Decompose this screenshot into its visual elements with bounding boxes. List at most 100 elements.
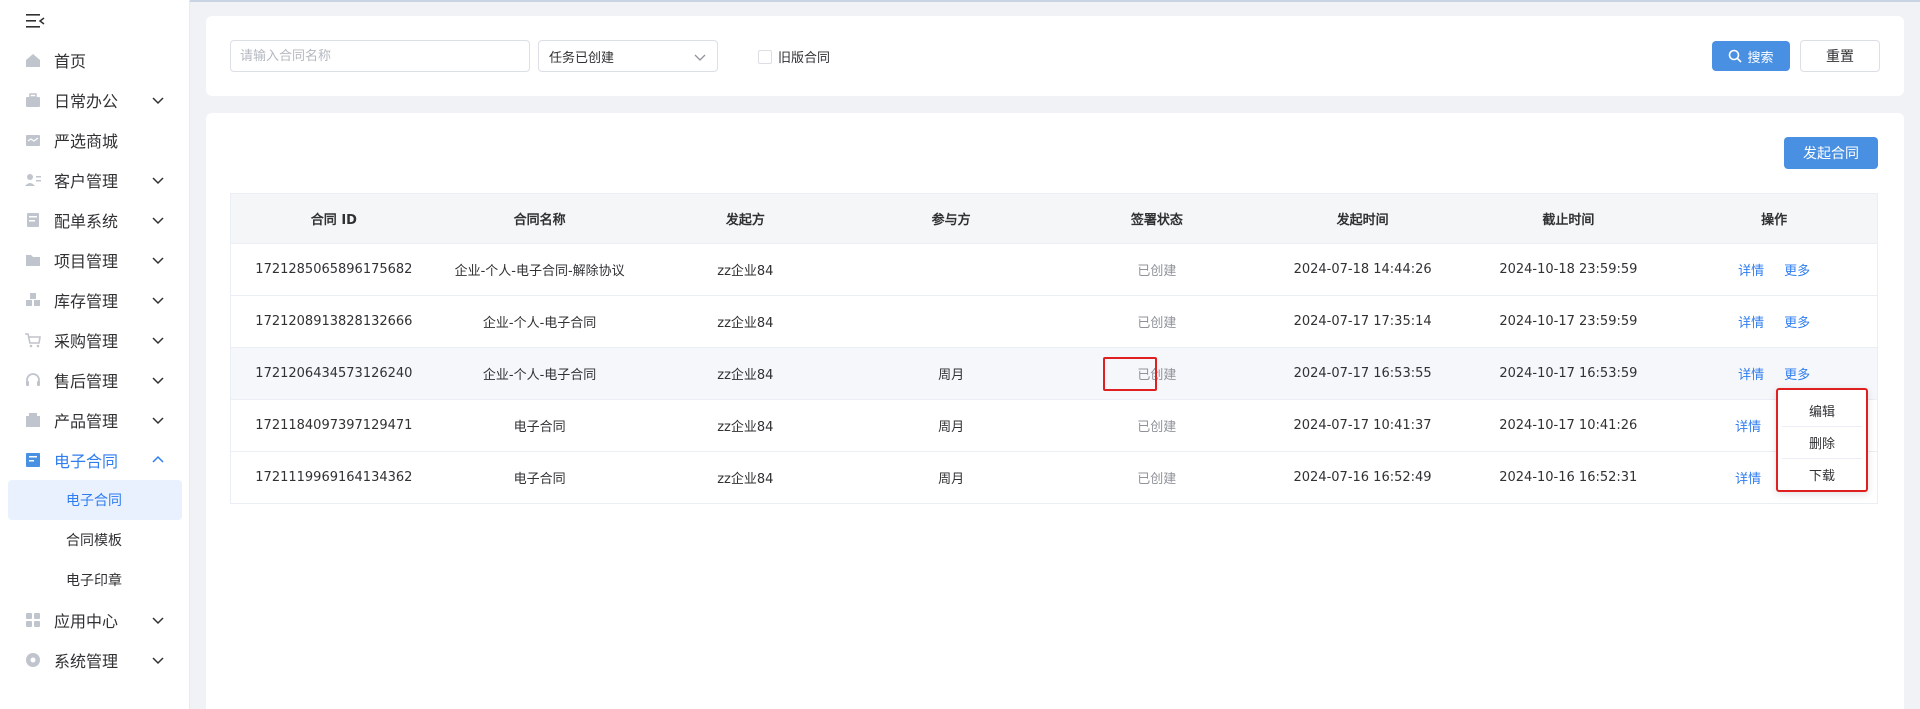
column-header: 合同名称 bbox=[513, 213, 566, 228]
contract-id-cell: 1721208913828132666 bbox=[255, 314, 413, 329]
sidebar-item-purchase[interactable]: 采购管理 bbox=[0, 320, 190, 360]
sidebar-item-label: 配单系统 bbox=[54, 212, 119, 231]
end-time-cell: 2024-10-17 23:59:59 bbox=[1499, 314, 1638, 329]
delete-menu-item[interactable]: 删除 bbox=[1782, 426, 1862, 458]
inventory-icon bbox=[24, 291, 42, 309]
contract-id-cell: 1721119969164134362 bbox=[255, 470, 413, 485]
settings-icon bbox=[24, 651, 42, 669]
old-version-checkbox[interactable]: 旧版合同 bbox=[758, 47, 830, 66]
actions-cell: 详情 更多 bbox=[1671, 244, 1877, 295]
sidebar-subitem-econtract[interactable]: 电子合同 bbox=[8, 480, 182, 520]
detail-link[interactable]: 详情 bbox=[1735, 468, 1761, 487]
search-button[interactable]: 搜索 bbox=[1712, 41, 1790, 71]
sidebar-item-apps[interactable]: 应用中心 bbox=[0, 600, 190, 640]
start-time-cell: 2024-07-16 16:52:49 bbox=[1293, 470, 1432, 485]
sidebar-item-label: 日常办公 bbox=[54, 92, 119, 111]
edit-menu-item[interactable]: 编辑 bbox=[1782, 394, 1862, 426]
contract-table: 合同 ID 合同名称 发起方 参与方 签署状态 发起时间 截止时间 操作 172… bbox=[230, 193, 1878, 504]
sidebar-subitem-template[interactable]: 合同模板 bbox=[0, 520, 190, 560]
headset-icon bbox=[24, 371, 42, 389]
contract-name-cell: 电子合同 bbox=[513, 420, 566, 435]
sidebar-item-label: 采购管理 bbox=[54, 332, 119, 351]
reset-button[interactable]: 重置 bbox=[1800, 40, 1880, 72]
participant-cell: 周月 bbox=[938, 420, 965, 435]
order-icon bbox=[24, 211, 42, 229]
product-icon bbox=[24, 411, 42, 429]
sidebar-item-label: 产品管理 bbox=[54, 412, 119, 431]
contract-icon bbox=[24, 451, 42, 469]
start-time-cell: 2024-07-18 14:44:26 bbox=[1293, 262, 1432, 277]
column-header: 签署状态 bbox=[1130, 213, 1183, 228]
column-header: 发起方 bbox=[725, 213, 765, 228]
end-time-cell: 2024-10-18 23:59:59 bbox=[1499, 262, 1638, 277]
download-menu-item[interactable]: 下载 bbox=[1782, 458, 1862, 490]
sidebar-item-system[interactable]: 系统管理 bbox=[0, 640, 190, 680]
chevron-down-icon bbox=[152, 337, 164, 345]
table-row: 1721119969164134362 电子合同 zz企业84 周月 已创建 2… bbox=[231, 452, 1877, 504]
sidebar-item-label: 严选商城 bbox=[54, 132, 119, 151]
search-panel: 任务已创建 旧版合同 搜索 重置 bbox=[206, 16, 1904, 96]
sidebar-subitem-seal[interactable]: 电子印章 bbox=[0, 560, 190, 600]
chevron-down-icon bbox=[152, 657, 164, 665]
sidebar-menu: 首页 日常办公 严选商城 客户管理 配单系统 项目管理 库存管理 采购管理 售后… bbox=[0, 40, 190, 680]
sidebar-item-label: 电子合同 bbox=[54, 452, 119, 471]
sidebar-item-label: 售后管理 bbox=[54, 372, 119, 391]
participant-cell bbox=[848, 296, 1054, 347]
chevron-down-icon bbox=[152, 257, 164, 265]
sidebar-item-label: 系统管理 bbox=[54, 652, 119, 671]
sidebar-item-econtract[interactable]: 电子合同 bbox=[0, 440, 190, 480]
sidebar-item-aftersales[interactable]: 售后管理 bbox=[0, 360, 190, 400]
chevron-up-icon bbox=[152, 455, 164, 463]
sidebar-item-label: 项目管理 bbox=[54, 252, 119, 271]
home-icon bbox=[24, 51, 42, 69]
column-header: 发起时间 bbox=[1336, 213, 1389, 228]
menu-collapse-icon[interactable] bbox=[24, 12, 46, 30]
shop-icon bbox=[24, 131, 42, 149]
sidebar-item-label: 客户管理 bbox=[54, 172, 119, 191]
sidebar-item-office[interactable]: 日常办公 bbox=[0, 80, 190, 120]
chevron-down-icon bbox=[694, 54, 706, 61]
chevron-down-icon bbox=[152, 177, 164, 185]
sidebar-item-project[interactable]: 项目管理 bbox=[0, 240, 190, 280]
customer-icon bbox=[24, 171, 42, 189]
checkbox-box[interactable] bbox=[758, 49, 772, 64]
end-time-cell: 2024-10-17 16:53:59 bbox=[1499, 366, 1638, 381]
column-header: 参与方 bbox=[931, 213, 971, 228]
sidebar-item-mall[interactable]: 严选商城 bbox=[0, 120, 190, 160]
status-cell: 已创建 bbox=[1137, 264, 1177, 279]
status-select[interactable]: 任务已创建 bbox=[538, 40, 718, 72]
folder-icon bbox=[24, 251, 42, 269]
contract-name-input[interactable] bbox=[230, 40, 530, 72]
more-link[interactable]: 更多 bbox=[1784, 312, 1810, 331]
table-row: 1721206434573126240 企业-个人-电子合同 zz企业84 周月… bbox=[231, 348, 1877, 400]
sidebar-item-product[interactable]: 产品管理 bbox=[0, 400, 190, 440]
contract-id-cell: 1721184097397129471 bbox=[255, 418, 413, 433]
more-link[interactable]: 更多 bbox=[1784, 364, 1810, 383]
initiator-cell: zz企业84 bbox=[717, 316, 774, 331]
end-time-cell: 2024-10-17 10:41:26 bbox=[1499, 418, 1638, 433]
sidebar-item-label: 应用中心 bbox=[54, 612, 119, 631]
chevron-down-icon bbox=[152, 377, 164, 385]
start-time-cell: 2024-07-17 16:53:55 bbox=[1293, 366, 1432, 381]
more-actions-dropdown: 编辑 删除 下载 bbox=[1776, 388, 1868, 492]
sidebar-item-customer[interactable]: 客户管理 bbox=[0, 160, 190, 200]
sidebar-item-order[interactable]: 配单系统 bbox=[0, 200, 190, 240]
detail-link[interactable]: 详情 bbox=[1738, 364, 1764, 383]
initiator-cell: zz企业84 bbox=[717, 368, 774, 383]
detail-link[interactable]: 详情 bbox=[1735, 416, 1761, 435]
detail-link[interactable]: 详情 bbox=[1738, 312, 1764, 331]
detail-link[interactable]: 详情 bbox=[1738, 260, 1764, 279]
table-row: 1721184097397129471 电子合同 zz企业84 周月 已创建 2… bbox=[231, 400, 1877, 452]
contract-id-cell: 1721285065896175682 bbox=[255, 262, 413, 277]
contract-name-cell: 企业-个人-电子合同 bbox=[482, 316, 597, 331]
top-border bbox=[0, 0, 1920, 2]
contract-name-cell: 企业-个人-电子合同-解除协议 bbox=[454, 264, 625, 279]
more-link[interactable]: 更多 bbox=[1784, 260, 1810, 279]
contract-name-cell: 企业-个人-电子合同 bbox=[482, 368, 597, 383]
search-button-label: 搜索 bbox=[1747, 50, 1774, 66]
sidebar-item-home[interactable]: 首页 bbox=[0, 40, 190, 80]
chevron-down-icon bbox=[152, 217, 164, 225]
chevron-down-icon bbox=[152, 97, 164, 105]
sidebar-item-inventory[interactable]: 库存管理 bbox=[0, 280, 190, 320]
create-contract-button[interactable]: 发起合同 bbox=[1784, 137, 1878, 169]
